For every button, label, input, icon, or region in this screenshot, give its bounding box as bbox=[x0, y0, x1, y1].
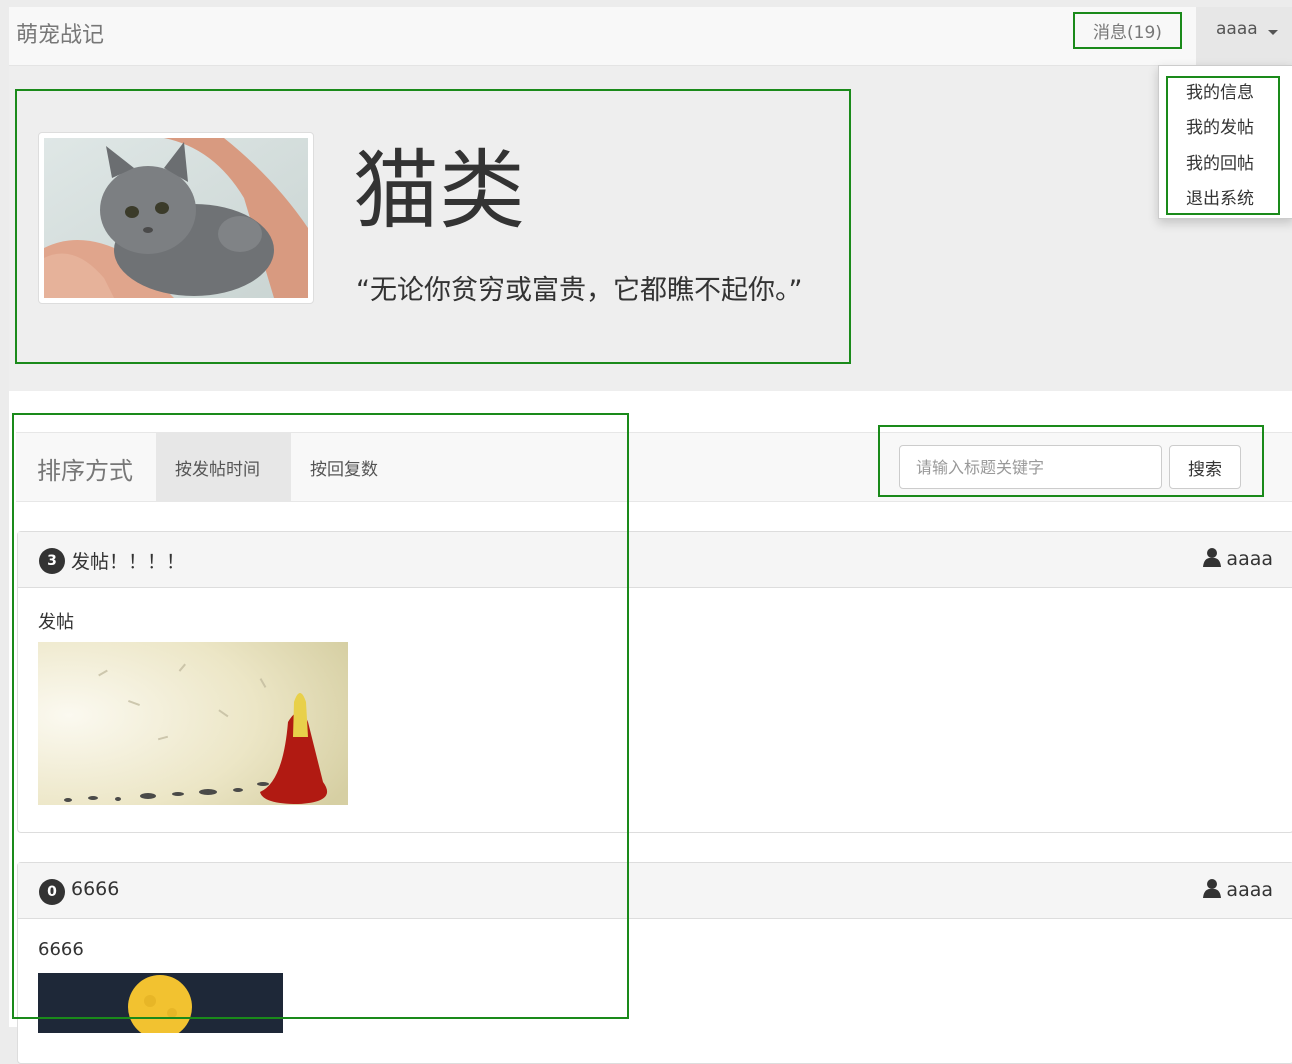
category-quote: “无论你贫穷或富贵，它都瞧不起你。” bbox=[356, 275, 803, 306]
tab-sort-by-time[interactable]: 按发帖时间 bbox=[156, 433, 291, 501]
post-body-text: 6666 bbox=[38, 939, 84, 960]
menu-item-my-info[interactable]: 我的信息 bbox=[1186, 78, 1254, 103]
category-banner: 猫类 “无论你贫穷或富贵，它都瞧不起你。” bbox=[9, 66, 1292, 391]
tab-sort-by-replies[interactable]: 按回复数 bbox=[291, 433, 401, 501]
cat-photo-image bbox=[44, 138, 308, 298]
tab-sort-by-replies-label: 按回复数 bbox=[310, 460, 378, 480]
cat-thumbnail bbox=[38, 132, 314, 304]
post-title[interactable]: 发帖！！！！ bbox=[71, 547, 185, 574]
post-panel: 3 发帖！！！！ aaaa 发帖 bbox=[17, 531, 1292, 833]
user-dropdown-menu: 我的信息 我的发帖 我的回帖 退出系统 bbox=[1158, 65, 1292, 219]
search-button[interactable]: 搜索 bbox=[1169, 445, 1241, 489]
post-header[interactable]: 0 6666 aaaa bbox=[18, 863, 1292, 919]
search-input[interactable] bbox=[899, 445, 1162, 489]
user-icon bbox=[1203, 879, 1222, 898]
category-title: 猫类 bbox=[353, 141, 525, 241]
post-author-name: aaaa bbox=[1226, 548, 1273, 570]
post-author: aaaa bbox=[1203, 878, 1273, 901]
menu-item-logout[interactable]: 退出系统 bbox=[1186, 184, 1254, 209]
menu-item-my-posts[interactable]: 我的发帖 bbox=[1186, 113, 1254, 138]
messages-link[interactable]: 消息(19) bbox=[1093, 18, 1162, 43]
caret-down-icon bbox=[1268, 30, 1278, 35]
page: 萌宠战记 消息(19) aaaa 猫类 “无论你贫穷或富贵，它都瞧不起你。” 排… bbox=[9, 7, 1292, 1064]
sort-label: 排序方式 bbox=[37, 457, 133, 485]
reply-count-badge: 3 bbox=[39, 548, 65, 574]
user-menu-toggle[interactable]: aaaa bbox=[1196, 7, 1292, 65]
tab-sort-by-time-label: 按发帖时间 bbox=[175, 460, 260, 480]
post-header[interactable]: 3 发帖！！！！ aaaa bbox=[18, 532, 1292, 588]
username-label: aaaa bbox=[1216, 19, 1258, 39]
user-icon bbox=[1203, 548, 1222, 567]
navbar: 萌宠战记 消息(19) aaaa bbox=[9, 7, 1292, 66]
brand-logo[interactable]: 萌宠战记 bbox=[16, 17, 104, 49]
post-author-name: aaaa bbox=[1226, 879, 1273, 901]
reply-count-badge: 0 bbox=[39, 879, 65, 905]
post-image bbox=[38, 973, 283, 1033]
post-title[interactable]: 6666 bbox=[71, 878, 119, 900]
post-body-text: 发帖 bbox=[38, 612, 74, 633]
post-image bbox=[38, 642, 348, 805]
menu-item-my-replies[interactable]: 我的回帖 bbox=[1186, 149, 1254, 174]
post-panel: 0 6666 aaaa 6666 bbox=[17, 862, 1292, 1064]
post-author: aaaa bbox=[1203, 547, 1273, 570]
